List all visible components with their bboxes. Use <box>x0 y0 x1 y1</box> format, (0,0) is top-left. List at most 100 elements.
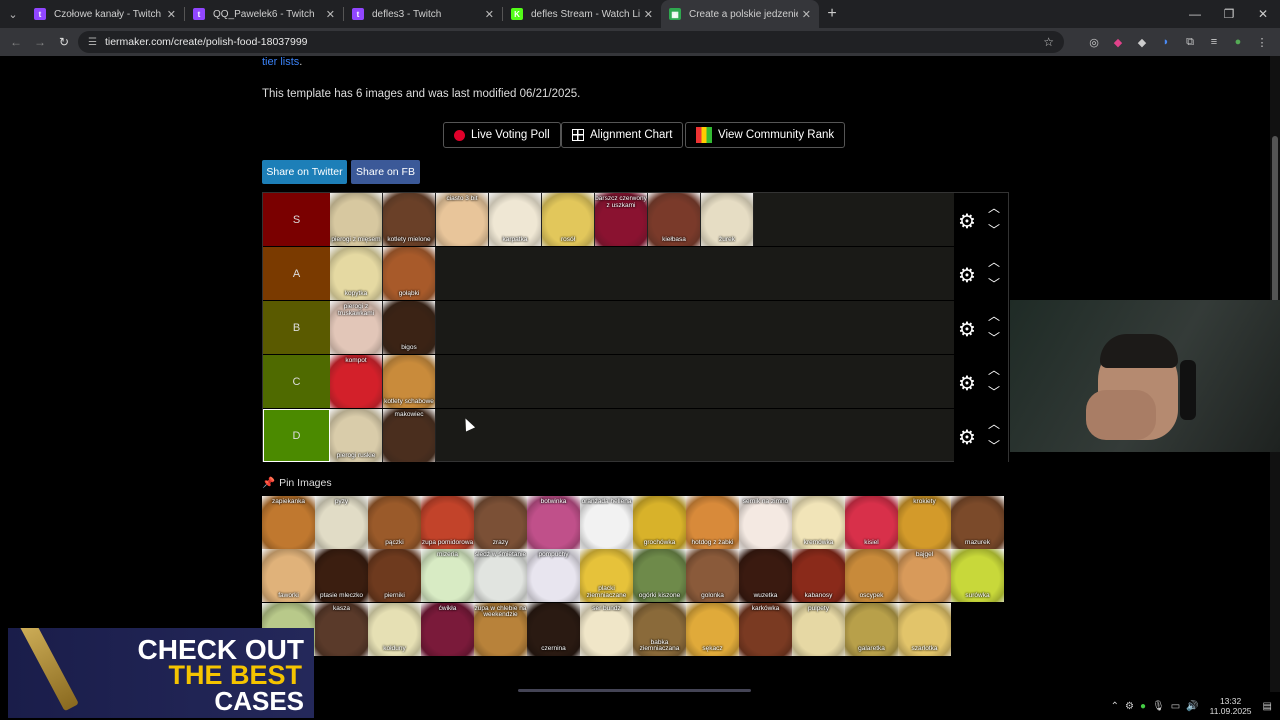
browser-tab[interactable]: t Czołowe kanały - Twitch ✕ <box>26 0 184 28</box>
tier-items[interactable]: pierogi ruskie makowiec <box>330 409 436 462</box>
food-image-tile[interactable]: wuzetka <box>739 549 792 603</box>
tier-items[interactable]: pierogi z truskawkami bigos <box>330 301 436 354</box>
network-icon[interactable]: ▭ <box>1171 701 1180 712</box>
extension-icon[interactable]: ◎ <box>1082 36 1106 49</box>
food-image-tile[interactable]: pierogi z mięsem <box>330 193 383 246</box>
tab-close-icon[interactable]: ✕ <box>326 8 335 21</box>
media-control-icon[interactable]: ≡ <box>1202 36 1226 48</box>
food-image-tile[interactable]: barszcz czerwony z uszkami <box>595 193 648 246</box>
share-facebook-button[interactable]: Share on FB <box>351 160 420 184</box>
food-image-tile[interactable]: zupa pomidorowa <box>421 496 474 549</box>
close-window-button[interactable]: ✕ <box>1246 0 1280 28</box>
food-image-tile[interactable]: mizeria <box>421 549 474 603</box>
food-image-tile[interactable]: oranżada hellena <box>580 496 633 549</box>
gear-icon[interactable]: ⚙ <box>958 425 976 450</box>
food-image-tile[interactable]: pulpety <box>792 602 845 656</box>
reload-button[interactable]: ↻ <box>52 35 76 49</box>
food-image-tile[interactable]: oscypek <box>845 549 898 603</box>
browser-tab[interactable]: Kdefles Stream - Watch Live on K ✕ <box>503 0 661 28</box>
menu-kebab-icon[interactable]: ⋮ <box>1250 36 1274 49</box>
new-tab-button[interactable]: + <box>819 5 845 23</box>
live-voting-poll-button[interactable]: Live Voting Poll <box>443 122 561 148</box>
tier-label[interactable]: D <box>263 409 330 462</box>
notifications-icon[interactable]: ▤ <box>1263 701 1272 712</box>
tab-close-icon[interactable]: ✕ <box>485 8 494 21</box>
food-image-tile[interactable]: grochówka <box>633 496 686 549</box>
food-image-tile[interactable]: makowiec <box>383 409 436 462</box>
food-image-tile[interactable]: sernik na zimno <box>739 496 792 549</box>
tier-label[interactable]: C <box>263 355 330 408</box>
move-up-chevron-icon[interactable]: ︿ <box>988 415 1000 432</box>
address-bar[interactable]: ☰ tiermaker.com/create/polish-food-18037… <box>78 31 1064 53</box>
tier-label[interactable]: B <box>263 301 330 354</box>
food-image-tile[interactable]: bajgel <box>898 549 951 603</box>
food-image-tile[interactable]: pierogi ruskie <box>330 409 383 462</box>
food-image-tile[interactable]: ćwikła <box>421 602 474 656</box>
view-community-rank-button[interactable]: View Community Rank <box>685 122 846 148</box>
tier-label[interactable]: A <box>263 247 330 300</box>
tier-row[interactable]: Ckompot kotlety schabowe ⚙ ︿ ﹀ <box>263 355 1008 409</box>
move-down-chevron-icon[interactable]: ﹀ <box>988 221 1000 238</box>
extension-icon[interactable]: ◆ <box>1130 36 1154 49</box>
move-up-chevron-icon[interactable]: ︿ <box>988 307 1000 324</box>
food-image-tile[interactable]: żurek <box>701 193 754 246</box>
forward-button[interactable]: → <box>28 35 52 49</box>
browser-tab[interactable]: ▦ Create a polskie jedzenie i napo ✕ <box>661 0 819 28</box>
food-image-tile[interactable]: kabanosy <box>792 549 845 603</box>
taskbar-clock[interactable]: 13:32 11.09.2025 <box>1210 696 1252 716</box>
tab-close-icon[interactable]: ✕ <box>644 8 653 21</box>
tab-close-icon[interactable]: ✕ <box>802 8 811 21</box>
food-image-tile[interactable]: pyzy <box>315 496 368 549</box>
minimize-button[interactable]: — <box>1178 0 1212 28</box>
food-image-tile[interactable]: kotlety mielone <box>383 193 436 246</box>
site-info-icon[interactable]: ☰ <box>88 37 97 48</box>
restore-button[interactable]: ❐ <box>1212 0 1246 28</box>
food-image-tile[interactable]: kompot <box>330 355 383 408</box>
food-image-tile[interactable]: kremówka <box>792 496 845 549</box>
food-image-tile[interactable]: kopytka <box>330 247 383 300</box>
gear-icon[interactable]: ⚙ <box>958 371 976 396</box>
food-image-tile[interactable]: faworki <box>262 549 315 603</box>
tier-items[interactable]: kompot kotlety schabowe <box>330 355 436 408</box>
food-image-tile[interactable]: kołduny <box>368 602 421 656</box>
microphone-icon[interactable]: 🎙 <box>1152 701 1165 712</box>
tier-lists-link[interactable]: tier lists. <box>262 56 302 68</box>
move-up-chevron-icon[interactable]: ︿ <box>988 361 1000 378</box>
tier-row[interactable]: Akopytka gołąbki ⚙ ︿ ﹀ <box>263 247 1008 301</box>
food-image-tile[interactable]: botwinka <box>527 496 580 549</box>
food-image-tile[interactable]: pączki <box>368 496 421 549</box>
food-image-tile[interactable]: rosół <box>542 193 595 246</box>
food-image-tile[interactable]: ptasie mleczko <box>315 549 368 603</box>
profile-avatar[interactable]: ● <box>1226 36 1250 48</box>
volume-icon[interactable]: 🔊 <box>1186 701 1198 712</box>
alignment-chart-button[interactable]: Alignment Chart <box>561 122 684 148</box>
gear-icon[interactable]: ⚙ <box>958 317 976 342</box>
tier-items[interactable]: kopytka gołąbki <box>330 247 436 300</box>
food-image-tile[interactable]: kotlety schabowe <box>383 355 436 408</box>
tier-label[interactable]: S <box>263 193 330 246</box>
food-image-tile[interactable]: zupa w chlebie na weekendzie <box>474 602 527 656</box>
gear-icon[interactable]: ⚙ <box>958 209 976 234</box>
food-image-tile[interactable]: kasza <box>315 602 368 656</box>
tier-row[interactable]: Dpierogi ruskie makowiec ⚙ ︿ ﹀ <box>263 409 1008 463</box>
food-image-tile[interactable]: babka ziemniaczana <box>633 602 686 656</box>
food-image-tile[interactable]: kisiel <box>845 496 898 549</box>
food-image-tile[interactable]: karkówka <box>739 602 792 656</box>
back-button[interactable]: ← <box>4 35 28 49</box>
browser-tab[interactable]: t defles3 - Twitch ✕ <box>344 0 502 28</box>
move-down-chevron-icon[interactable]: ﹀ <box>988 437 1000 454</box>
food-image-tile[interactable]: ser bundz <box>580 602 633 656</box>
food-image-tile[interactable]: sękacz <box>686 602 739 656</box>
food-image-tile[interactable]: ciasto 3 bit <box>436 193 489 246</box>
move-up-chevron-icon[interactable]: ︿ <box>988 199 1000 216</box>
gear-icon[interactable]: ⚙ <box>958 263 976 288</box>
bookmark-star-icon[interactable]: ☆ <box>1043 35 1054 49</box>
move-down-chevron-icon[interactable]: ﹀ <box>988 275 1000 292</box>
tier-row[interactable]: Bpierogi z truskawkami bigos ⚙ ︿ ﹀ <box>263 301 1008 355</box>
extension-icon[interactable]: ◗ <box>1154 36 1178 48</box>
food-image-tile[interactable]: gołąbki <box>383 247 436 300</box>
food-image-tile[interactable]: pompuchy <box>527 549 580 603</box>
food-image-tile[interactable]: golonka <box>686 549 739 603</box>
food-image-tile[interactable]: placki ziemniaczane <box>580 549 633 603</box>
move-up-chevron-icon[interactable]: ︿ <box>988 253 1000 270</box>
